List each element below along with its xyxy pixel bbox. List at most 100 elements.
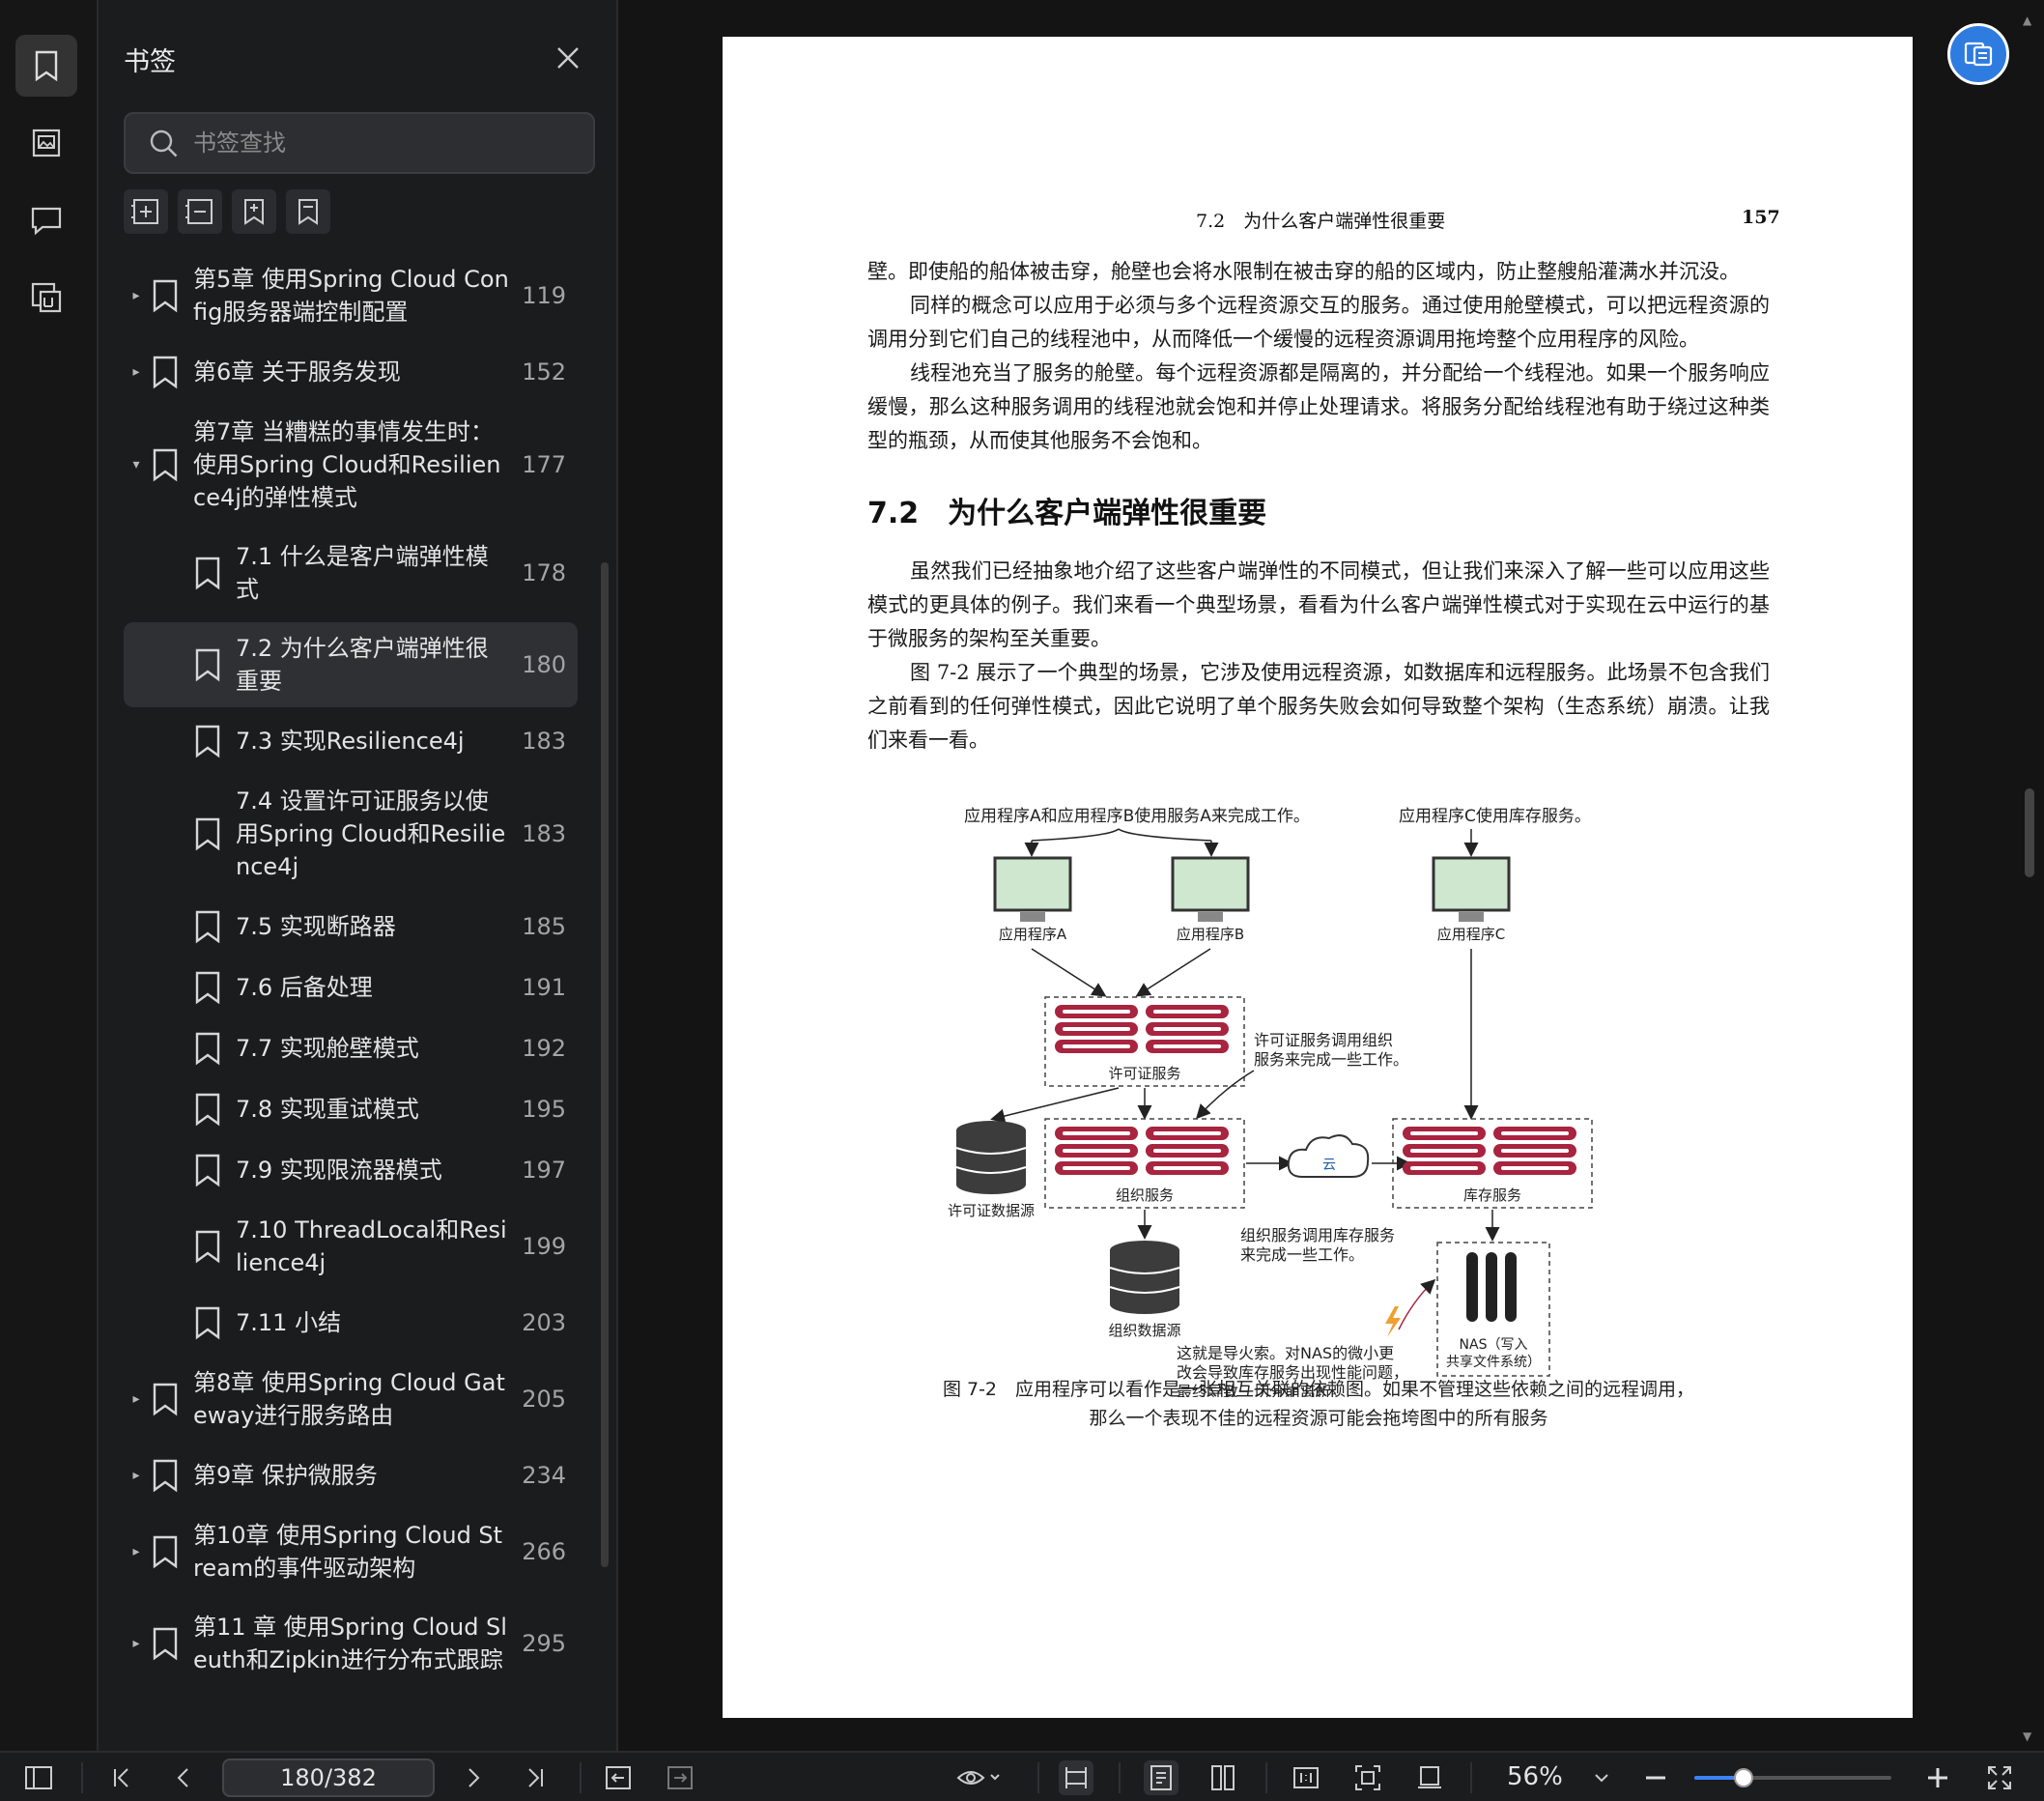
extract-tab-button[interactable]	[15, 267, 77, 329]
zoom-slider[interactable]	[1694, 1768, 1891, 1787]
bookmark-option-button[interactable]	[286, 189, 330, 234]
bookmark-item[interactable]: ▸ 第5章 使用Spring Cloud Config服务器端控制配置 119	[124, 253, 578, 338]
expand-toggle[interactable]: ▸	[124, 1544, 149, 1559]
rotate-button[interactable]	[1412, 1760, 1447, 1795]
bookmark-item[interactable]: ▸ 第6章 关于服务发现 152	[124, 345, 578, 399]
bookmark-icon	[195, 557, 220, 590]
page-number-input[interactable]: 180/382	[222, 1758, 435, 1797]
bookmark-item[interactable]: 7.3 实现Resilience4j 183	[124, 714, 578, 768]
bookmark-item[interactable]: 7.2 为什么客户端弹性很重要 180	[124, 622, 578, 707]
bookmark-label: 7.11 小结	[236, 1309, 342, 1336]
bookmark-item[interactable]: 7.6 后备处理 191	[124, 960, 578, 1015]
single-page-icon	[1150, 1765, 1172, 1790]
bookmark-item[interactable]: 7.5 实现断路器 185	[124, 900, 578, 954]
expand-toggle[interactable]: ▸	[124, 364, 149, 380]
bookmark-item[interactable]: 7.4 设置许可证服务以使用Spring Cloud和Resilience4j 1…	[124, 775, 578, 893]
double-page-button[interactable]	[1206, 1760, 1240, 1795]
note-apps-ab: 应用程序A和应用程序B使用服务A来完成工作。	[964, 806, 1310, 826]
scroll-up-arrow[interactable]: ▲	[2023, 14, 2031, 27]
zoom-slider-handle[interactable]	[1734, 1768, 1753, 1787]
bookmark-label: 第11 章 使用Spring Cloud Sleuth和Zipkin进行分布式跟…	[193, 1614, 507, 1673]
first-page-button[interactable]	[104, 1760, 139, 1795]
forward-button[interactable]	[663, 1760, 697, 1795]
page-number: 157	[1742, 207, 1780, 228]
close-panel-button[interactable]	[553, 43, 583, 73]
bookmark-icon	[153, 356, 178, 389]
bookmark-tab-button[interactable]	[15, 35, 77, 97]
toggle-sidebar-button[interactable]	[21, 1760, 56, 1795]
bookmark-label: 7.9 实现限流器模式	[236, 1157, 442, 1184]
bookmark-item[interactable]: 7.8 实现重试模式 195	[124, 1082, 578, 1136]
expand-toggle[interactable]: ▸	[124, 1391, 149, 1407]
document-viewer: 7.2 为什么客户端弹性很重要 157 壁。即使船的船体被击穿，舱壁也会将水限制…	[618, 0, 2044, 1751]
monitor-app-a: 应用程序A	[993, 856, 1072, 943]
license-service-node: 许可证服务	[1044, 996, 1245, 1087]
add-bookmark-icon	[244, 199, 264, 225]
bookmark-scrollbar[interactable]	[601, 562, 609, 1567]
body-upper: 壁。即使船的船体被击穿，舱壁也会将水限制在被击穿的船的区域内，防止整艘船灌满水并…	[867, 255, 1770, 458]
bookmark-item[interactable]: ▸ 第10章 使用Spring Cloud Stream的事件驱动架构 266	[124, 1509, 578, 1594]
zoom-out-button[interactable]	[1638, 1760, 1673, 1795]
note-app-c: 应用程序C使用库存服务。	[1399, 806, 1591, 826]
add-bookmark-button[interactable]	[232, 189, 276, 234]
scroll-down-arrow[interactable]: ▼	[2023, 1730, 2031, 1743]
previous-page-button[interactable]	[166, 1760, 201, 1795]
body-lower: 虽然我们已经抽象地介绍了这些客户端弹性的不同模式，但让我们来深入了解一些可以应用…	[867, 555, 1770, 758]
bookmark-icon	[195, 1230, 220, 1264]
bookmark-item[interactable]: ▾ 第7章 当糟糕的事情发生时：使用Spring Cloud和Resilience…	[124, 406, 578, 524]
monitor-app-c: 应用程序C	[1432, 856, 1511, 943]
bookmark-search-input[interactable]	[193, 129, 560, 157]
zoom-level[interactable]: 56%	[1507, 1762, 1563, 1791]
last-page-button[interactable]	[518, 1760, 553, 1795]
expand-toggle[interactable]: ▸	[124, 1636, 149, 1651]
svg-text:许可证服务: 许可证服务	[1108, 1065, 1180, 1082]
thumbnail-tab-button[interactable]	[15, 112, 77, 174]
bookmark-item[interactable]: 7.7 实现舱壁模式 192	[124, 1021, 578, 1075]
expand-toggle[interactable]: ▸	[124, 1468, 149, 1483]
view-mode-dropdown[interactable]	[951, 1760, 1008, 1795]
figure-7-2-diagram: 应用程序A和应用程序B使用服务A来完成工作。 应用程序C使用库存服务。 应用程序…	[948, 806, 1593, 1397]
comment-tab-button[interactable]	[15, 189, 77, 251]
bookmark-page-number: 119	[522, 282, 566, 309]
expand-toggle[interactable]: ▸	[124, 288, 149, 303]
zoom-dropdown-button[interactable]	[1584, 1760, 1619, 1795]
bookmark-label: 第8章 使用Spring Cloud Gateway进行服务路由	[193, 1369, 505, 1429]
svg-text:NAS（写入: NAS（写入	[1460, 1337, 1528, 1353]
document-scrollbar[interactable]	[2025, 788, 2034, 877]
bookmark-item[interactable]: ▸ 第9章 保护微服务 234	[124, 1448, 578, 1502]
next-page-button[interactable]	[456, 1760, 491, 1795]
bookmark-label: 7.5 实现断路器	[236, 913, 396, 940]
expand-all-button[interactable]	[124, 189, 168, 234]
collapse-all-icon	[185, 199, 213, 224]
bookmark-item[interactable]: 7.9 实现限流器模式 197	[124, 1143, 578, 1197]
bookmark-icon	[153, 1383, 178, 1416]
fullscreen-button[interactable]	[1982, 1760, 2017, 1795]
bookmark-icon	[153, 1459, 178, 1493]
zoom-in-button[interactable]	[1920, 1760, 1955, 1795]
bookmark-label: 第10章 使用Spring Cloud Stream的事件驱动架构	[193, 1522, 503, 1582]
translate-fab-button[interactable]	[1947, 23, 2009, 85]
single-page-button[interactable]	[1144, 1760, 1178, 1795]
bookmark-label: 7.4 设置许可证服务以使用Spring Cloud和Resilience4j	[236, 787, 506, 880]
bookmark-label: 7.10 ThreadLocal和Resilience4j	[236, 1216, 507, 1276]
collapse-all-button[interactable]	[178, 189, 222, 234]
bookmark-list: ▸ 第5章 使用Spring Cloud Config服务器端控制配置 119 ▸ 第6…	[124, 253, 578, 1693]
back-button[interactable]	[601, 1760, 636, 1795]
document-page: 7.2 为什么客户端弹性很重要 157 壁。即使船的船体被击穿，舱壁也会将水限制…	[723, 37, 1913, 1718]
bookmark-item[interactable]: ▸ 第11 章 使用Spring Cloud Sleuth和Zipkin进行分布式…	[124, 1601, 578, 1686]
actual-size-button[interactable]	[1289, 1760, 1323, 1795]
bookmark-item[interactable]: 7.1 什么是客户端弹性模式 178	[124, 530, 578, 615]
nas-node: NAS（写入 共享文件系统）	[1436, 1242, 1550, 1377]
fit-page-button[interactable]	[1350, 1760, 1385, 1795]
fit-width-button[interactable]	[1059, 1760, 1093, 1795]
fullscreen-icon	[1988, 1766, 2011, 1789]
bookmark-item[interactable]: 7.11 小结 203	[124, 1296, 578, 1350]
expand-toggle[interactable]: ▾	[124, 457, 149, 472]
bookmark-item[interactable]: ▸ 第8章 使用Spring Cloud Gateway进行服务路由 205	[124, 1357, 578, 1442]
bookmark-page-number: 203	[522, 1309, 566, 1336]
pdf-reader-app: 书签 ▸ 第5章 使用Spring Cloud Config服务器端控制配置 119…	[0, 0, 2044, 1801]
caption-line: 图 7-2 应用程序可以看作是一张相互关联的依赖图。如果不管理这些依赖之间的远程…	[942, 1379, 1695, 1400]
bookmark-item[interactable]: 7.10 ThreadLocal和Resilience4j 199	[124, 1204, 578, 1289]
bookmark-outline-icon	[298, 199, 318, 225]
paragraph: 线程池充当了服务的舱壁。每个远程资源都是隔离的，并分配给一个线程池。如果一个服务…	[867, 361, 1770, 452]
